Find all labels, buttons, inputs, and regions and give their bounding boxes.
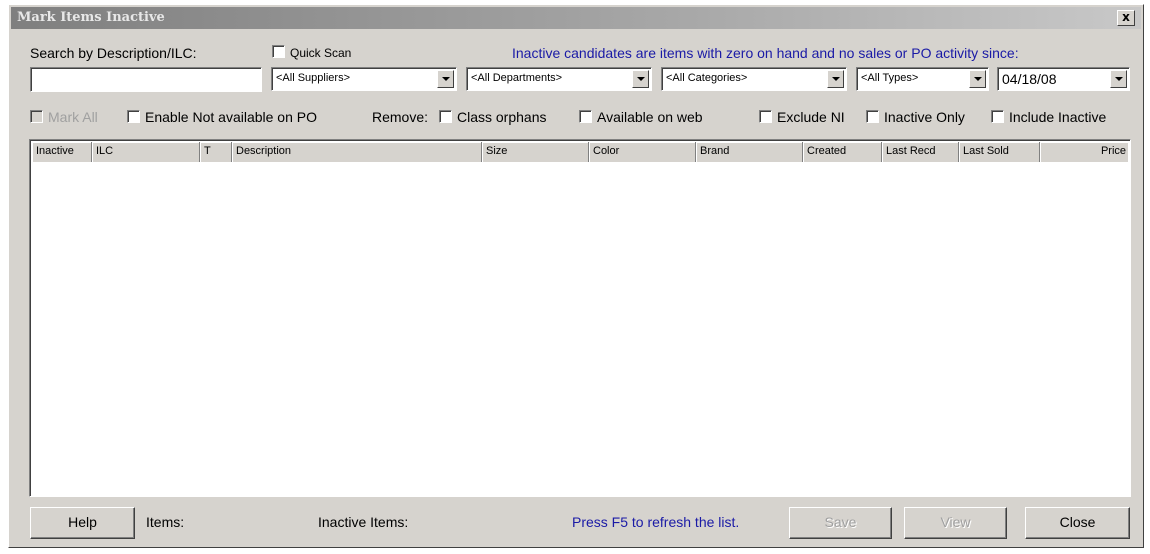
class-orphans-option[interactable]: Class orphans xyxy=(439,109,547,125)
window-title: Mark Items Inactive xyxy=(17,10,165,25)
inactive-candidates-info: Inactive candidates are items with zero … xyxy=(512,45,1019,61)
include-inactive-option[interactable]: Include Inactive xyxy=(991,109,1106,125)
enable-not-available-on-po-option[interactable]: Enable Not available on PO xyxy=(127,109,317,125)
types-value: <All Types> xyxy=(861,72,919,84)
available-on-web-option[interactable]: Available on web xyxy=(579,109,703,125)
exclude-ni-label: Exclude NI xyxy=(777,109,845,125)
exclude-ni-option[interactable]: Exclude NI xyxy=(759,109,845,125)
refresh-hint: Press F5 to refresh the list. xyxy=(572,514,740,530)
include-inactive-checkbox[interactable] xyxy=(991,110,1004,123)
suppliers-value: <All Suppliers> xyxy=(276,72,350,84)
enable-not-available-on-po-checkbox[interactable] xyxy=(127,110,140,123)
inactive-only-option[interactable]: Inactive Only xyxy=(866,109,965,125)
class-orphans-checkbox[interactable] xyxy=(439,110,452,123)
column-header-t[interactable]: T xyxy=(200,142,232,162)
inactive-only-checkbox[interactable] xyxy=(866,110,879,123)
categories-value: <All Categories> xyxy=(666,72,748,84)
departments-select[interactable]: <All Departments> xyxy=(466,67,652,91)
close-window-button[interactable]: x xyxy=(1117,10,1135,26)
mark-items-inactive-dialog: Mark Items Inactive x Search by Descript… xyxy=(8,4,1144,548)
suppliers-select[interactable]: <All Suppliers> xyxy=(271,67,457,91)
help-button[interactable]: Help xyxy=(30,507,135,539)
column-header-price[interactable]: Price xyxy=(1040,142,1130,162)
quick-scan-checkbox[interactable] xyxy=(272,45,285,58)
since-date-value: 04/18/08 xyxy=(1002,71,1057,87)
column-header-inactive[interactable]: Inactive xyxy=(32,142,92,162)
include-inactive-label: Include Inactive xyxy=(1009,109,1107,125)
quick-scan-label: Quick Scan xyxy=(290,46,352,60)
title-bar[interactable]: Mark Items Inactive x xyxy=(11,7,1141,29)
column-header-description[interactable]: Description xyxy=(232,142,482,162)
view-button[interactable]: View xyxy=(904,507,1007,539)
chevron-down-icon[interactable] xyxy=(632,70,649,88)
since-date-picker[interactable]: 04/18/08 xyxy=(997,67,1130,91)
column-header-last-recd[interactable]: Last Recd xyxy=(882,142,959,162)
mark-all-label: Mark All xyxy=(48,109,98,125)
search-label: Search by Description/ILC: xyxy=(30,45,197,61)
close-button[interactable]: Close xyxy=(1025,507,1130,539)
inactive-only-label: Inactive Only xyxy=(884,109,965,125)
available-on-web-label: Available on web xyxy=(597,109,703,125)
chevron-down-icon[interactable] xyxy=(437,70,454,88)
mark-all-checkbox[interactable] xyxy=(30,110,43,123)
enable-not-available-on-po-label: Enable Not available on PO xyxy=(145,109,317,125)
chevron-down-icon[interactable] xyxy=(827,70,844,88)
column-header-created[interactable]: Created xyxy=(803,142,882,162)
column-header-last-sold[interactable]: Last Sold xyxy=(959,142,1040,162)
column-header-size[interactable]: Size xyxy=(482,142,589,162)
categories-select[interactable]: <All Categories> xyxy=(661,67,847,91)
mark-all-option[interactable]: Mark All xyxy=(30,109,98,125)
items-count-label: Items: xyxy=(146,514,185,530)
chevron-down-icon[interactable] xyxy=(1110,70,1127,88)
table-header: Inactive ILC T Description Size Color Br… xyxy=(32,142,1128,162)
inactive-items-count-label: Inactive Items: xyxy=(318,514,409,530)
remove-label: Remove: xyxy=(372,109,429,125)
column-header-color[interactable]: Color xyxy=(589,142,696,162)
save-button[interactable]: Save xyxy=(789,507,892,539)
types-select[interactable]: <All Types> xyxy=(856,67,989,91)
chevron-down-icon[interactable] xyxy=(969,70,986,88)
exclude-ni-checkbox[interactable] xyxy=(759,110,772,123)
departments-value: <All Departments> xyxy=(471,72,563,84)
column-header-ilc[interactable]: ILC xyxy=(92,142,200,162)
class-orphans-label: Class orphans xyxy=(457,109,547,125)
quick-scan-option[interactable]: Quick Scan xyxy=(272,45,351,60)
items-table[interactable]: Inactive ILC T Description Size Color Br… xyxy=(29,139,1131,497)
search-input[interactable] xyxy=(30,67,262,92)
available-on-web-checkbox[interactable] xyxy=(579,110,592,123)
column-header-brand[interactable]: Brand xyxy=(696,142,803,162)
